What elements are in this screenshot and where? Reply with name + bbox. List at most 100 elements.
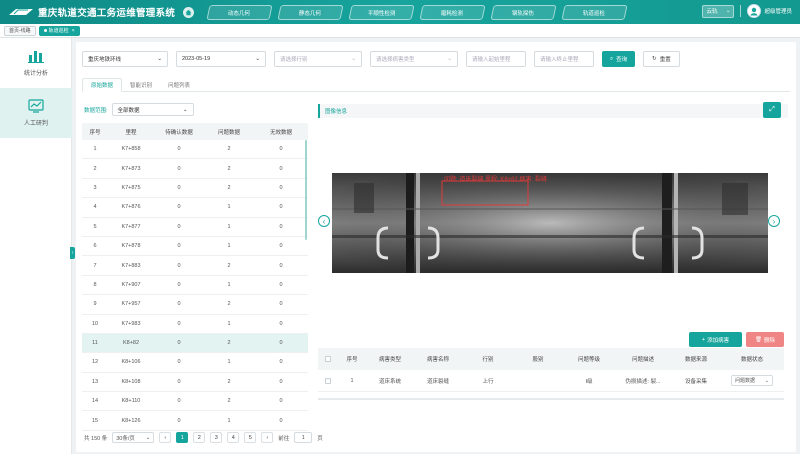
- user-area: 云轨 ⌄ 超级管理员: [702, 4, 792, 18]
- table-row[interactable]: 7 K7+883 0 2 0: [82, 256, 308, 276]
- start-mileage-input[interactable]: 请输入起始里程: [466, 51, 526, 67]
- prev-image-button[interactable]: ‹: [318, 215, 330, 227]
- page-5[interactable]: 5: [244, 432, 257, 443]
- end-mileage-input[interactable]: 请输入终止里程: [534, 51, 594, 67]
- table-cell: 14: [91, 398, 99, 405]
- table-row[interactable]: 11 K8+82 0 2 0: [82, 333, 308, 354]
- line-select[interactable]: 重庆地铁环线 ⌄: [82, 51, 168, 67]
- delete-button[interactable]: 🗑 删除: [746, 332, 784, 347]
- table-row[interactable]: 8 K7+907 0 1 0: [82, 276, 308, 296]
- page-unit: 页: [317, 435, 323, 442]
- line-select[interactable]: 云轨 ⌄: [702, 4, 735, 18]
- table-row[interactable]: 9 K7+957 0 2 0: [82, 295, 308, 315]
- table-cell: 0: [279, 301, 283, 308]
- search-button[interactable]: ⌕ 查询: [602, 51, 636, 67]
- data-status-select[interactable]: 问题数据 ⌄: [731, 375, 773, 386]
- table-cell: 0: [177, 146, 181, 153]
- tab-track-inspection[interactable]: 轨道巡检 ×: [38, 25, 80, 36]
- line-chart-icon: [28, 99, 44, 113]
- sidebar-item-manual-review[interactable]: 人工研判: [0, 88, 72, 138]
- main-nav: 动态几何 静态几何 平顺性检测 磨耗检测 钢轨探伤 轨道巡检: [206, 4, 628, 20]
- row-checkbox[interactable]: [325, 377, 331, 384]
- defect-type-select[interactable]: 请选择病害类型 ⌄: [370, 51, 458, 67]
- table-cell: K7+873: [121, 165, 141, 172]
- nav-track-inspection[interactable]: 轨道巡检: [561, 4, 628, 20]
- nav-wear[interactable]: 磨耗检测: [419, 4, 486, 20]
- trash-icon: 🗑: [755, 336, 762, 343]
- home-icon[interactable]: [183, 6, 195, 18]
- main-panel: 重庆地铁环线 ⌄ 2023-05-19 ⌄ 请选择行别 ⌄ 请选择病害类型 ⌄ 请输入起…: [76, 42, 796, 452]
- table-cell: 9: [93, 301, 97, 308]
- reset-button[interactable]: ↻ 重置: [643, 51, 680, 67]
- select-all-checkbox[interactable]: [325, 356, 331, 362]
- table-row[interactable]: 4 K7+876 0 1 0: [82, 198, 308, 218]
- chevron-down-icon: ⌄: [157, 56, 162, 62]
- page-3[interactable]: 3: [210, 432, 223, 443]
- table-row[interactable]: 10 K7+983 0 1 0: [82, 315, 308, 334]
- table-cell: 0: [177, 378, 181, 385]
- table-cell: K8+106: [121, 359, 141, 366]
- scrollbar[interactable]: [305, 140, 307, 240]
- table-body: 1 K7+858 0 2 0 2 K7+873 0 2 0 3 K7+875 0 2 0 4 K7+876 0 1 0…: [82, 140, 308, 431]
- table-cell: 1: [227, 359, 231, 366]
- nav-static-geometry[interactable]: 静态几何: [277, 4, 344, 20]
- table-cell: 6: [93, 243, 97, 250]
- table-cell: 0: [279, 417, 283, 424]
- scope-select[interactable]: 全部数据 ⌄: [111, 103, 194, 116]
- page-2[interactable]: 2: [193, 432, 206, 443]
- page-4[interactable]: 4: [227, 432, 240, 443]
- goto-label: 前往: [278, 435, 290, 442]
- close-icon[interactable]: ×: [72, 28, 75, 34]
- avatar[interactable]: [747, 4, 762, 18]
- table-cell: 0: [279, 184, 283, 191]
- table-cell: 0: [177, 417, 181, 424]
- sidebar-collapse-button[interactable]: ‹: [70, 247, 75, 259]
- table-cell: 0: [177, 184, 181, 191]
- user-name[interactable]: 超级管理员: [764, 7, 792, 15]
- tab-home-line[interactable]: 首页-线路: [4, 25, 36, 36]
- active-dot-icon: [43, 29, 47, 32]
- table-row[interactable]: 12 K8+106 0 1 0: [82, 353, 308, 373]
- table-cell: K7+983: [121, 320, 141, 327]
- table-cell: 0: [177, 281, 181, 288]
- plus-icon: +: [701, 336, 706, 343]
- pagination: 共 150 条 30条/页 ⌄ ‹ 1 2 3 4 5 › 前往 1 页: [84, 432, 323, 443]
- search-icon: ⌕: [610, 55, 614, 62]
- tab-issue-list[interactable]: 问题列表: [160, 78, 198, 92]
- nav-flaw-detection[interactable]: 钢轨探伤: [490, 4, 557, 20]
- table-row[interactable]: 2 K7+873 0 2 0: [82, 159, 308, 179]
- table-row[interactable]: 1 K7+858 0 2 0: [82, 140, 308, 160]
- nav-dynamic-geometry[interactable]: 动态几何: [206, 4, 273, 20]
- goto-page-input[interactable]: 1: [294, 432, 313, 443]
- scrollbar[interactable]: [318, 398, 784, 400]
- sidebar-item-statistics[interactable]: 统计分析: [0, 38, 72, 88]
- next-page-button[interactable]: ›: [261, 432, 274, 443]
- nav-smoothness[interactable]: 平顺性检测: [348, 4, 415, 20]
- page-size-select[interactable]: 30条/页 ⌄: [112, 432, 155, 443]
- table-row[interactable]: 15 K8+126 0 1 0: [82, 411, 308, 431]
- track-image[interactable]: 问题: 道床裂缝 里程: K8+82 病害: 裂缝: [332, 173, 768, 273]
- table-cell: 0: [177, 165, 181, 172]
- page-1[interactable]: 1: [176, 432, 189, 443]
- fullscreen-button[interactable]: ⤢: [763, 102, 781, 118]
- tab-smart-recognition[interactable]: 智能识别: [122, 78, 160, 92]
- add-defect-button[interactable]: + 添加病害: [689, 332, 742, 347]
- table-cell: K7+957: [121, 301, 141, 308]
- date-picker[interactable]: 2023-05-19 ⌄: [176, 51, 266, 67]
- chevron-left-icon: ‹: [322, 216, 326, 226]
- table-row[interactable]: 3 K7+875 0 2 0: [82, 179, 308, 199]
- table-cell: 13: [91, 378, 99, 385]
- table-row[interactable]: 6 K7+878 0 1 0: [82, 237, 308, 257]
- table-row[interactable]: 1 道床系统 道床裂缝 上行 Ⅰ级 伪损描述: 裂... 设备采集 问题数据 ⌄: [318, 370, 784, 392]
- tab-raw-data[interactable]: 原始数据: [82, 78, 123, 92]
- table-cell: 15: [91, 417, 99, 424]
- table-row[interactable]: 13 K8+108 0 2 0: [82, 373, 308, 393]
- prev-page-button[interactable]: ‹: [159, 432, 172, 443]
- table-row[interactable]: 5 K7+877 0 1 0: [82, 218, 308, 237]
- table-cell: 0: [279, 146, 283, 153]
- table-row[interactable]: 14 K8+110 0 2 0: [82, 392, 308, 412]
- direction-select[interactable]: 请选择行别 ⌄: [274, 51, 362, 67]
- next-image-button[interactable]: ›: [768, 215, 780, 227]
- table-cell: K7+907: [121, 281, 141, 288]
- chevron-down-icon: ⌄: [447, 56, 452, 62]
